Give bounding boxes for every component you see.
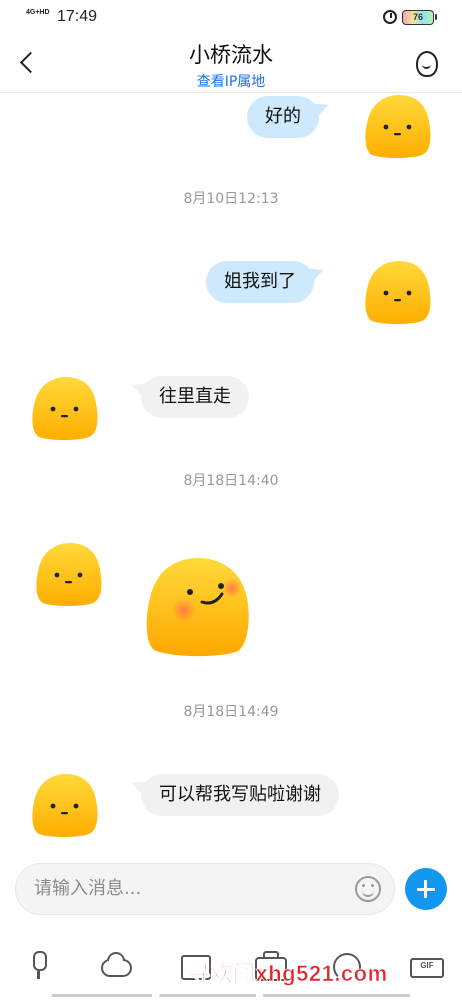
chat-header: 小桥流水 查看IP属地	[0, 36, 462, 93]
message-text: 往里直走	[159, 386, 231, 407]
add-button[interactable]	[405, 868, 447, 910]
battery-icon: 76	[402, 10, 437, 25]
message-bubble-outgoing[interactable]: 好的	[247, 96, 331, 138]
message-text: 好的	[265, 106, 301, 127]
profile-icon	[416, 51, 438, 77]
message-timestamp: 8月18日14:49	[183, 704, 279, 720]
message-text: 姐我到了	[224, 271, 296, 292]
smiling-blush-sticker[interactable]	[144, 556, 250, 658]
cloud-icon[interactable]	[98, 948, 132, 982]
message-text: 可以帮我写贴啦谢谢	[159, 784, 321, 805]
profile-button[interactable]	[414, 51, 440, 79]
gesture-bar	[52, 994, 410, 997]
status-bar: 4G+HD 17:49 76	[0, 0, 462, 36]
message-bubble-incoming[interactable]: 可以帮我写贴啦谢谢	[129, 774, 339, 816]
message-timestamp: 8月10日12:13	[183, 191, 279, 207]
message-timestamp: 8月18日14:40	[183, 473, 279, 489]
my-avatar[interactable]	[362, 259, 432, 325]
message-input[interactable]: 请输入消息...	[15, 863, 395, 915]
signal-indicator: 4G+HD	[26, 9, 50, 16]
contact-avatar[interactable]	[33, 541, 103, 607]
input-placeholder: 请输入消息...	[34, 878, 142, 899]
mic-icon[interactable]	[22, 948, 56, 982]
contact-avatar[interactable]	[29, 772, 99, 838]
contact-name: 小桥流水	[189, 43, 273, 67]
my-avatar[interactable]	[362, 93, 432, 159]
status-time: 17:49	[57, 8, 98, 25]
gif-video-icon[interactable]	[408, 948, 444, 982]
view-ip-location-link[interactable]: 查看IP属地	[0, 71, 462, 91]
alarm-icon	[383, 10, 397, 24]
message-bubble-incoming[interactable]: 往里直走	[129, 376, 249, 418]
emoji-icon[interactable]	[355, 876, 381, 902]
message-bubble-outgoing[interactable]: 姐我到了	[206, 261, 326, 303]
contact-avatar[interactable]	[29, 375, 99, 441]
watermark-text: 寻欢阁xhg521.com	[188, 961, 388, 987]
